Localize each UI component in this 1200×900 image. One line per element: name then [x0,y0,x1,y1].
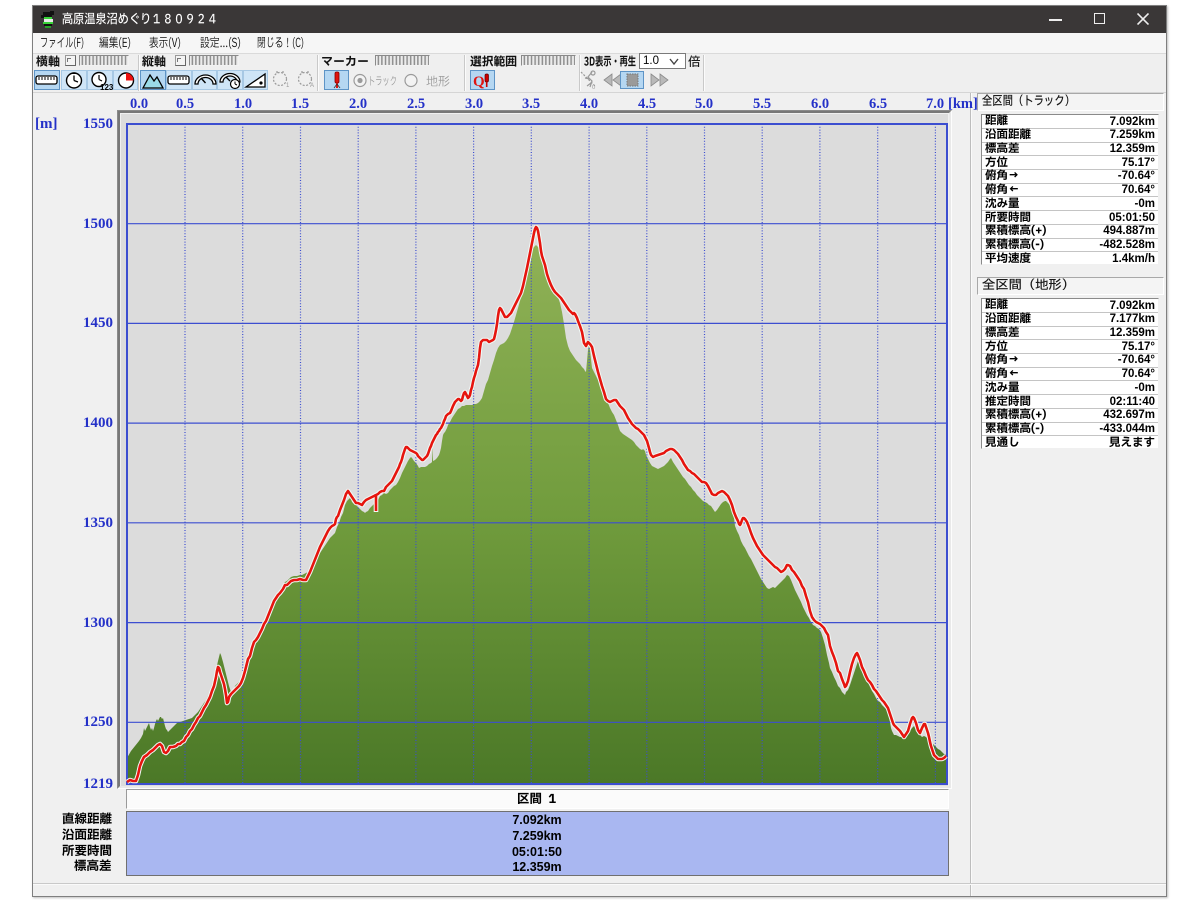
svg-text:123: 123 [100,83,113,91]
svg-text:0: 0 [592,85,596,90]
svg-text:A: A [310,83,314,89]
svg-text:1: 1 [286,83,290,89]
svg-text:Q: Q [473,74,485,90]
